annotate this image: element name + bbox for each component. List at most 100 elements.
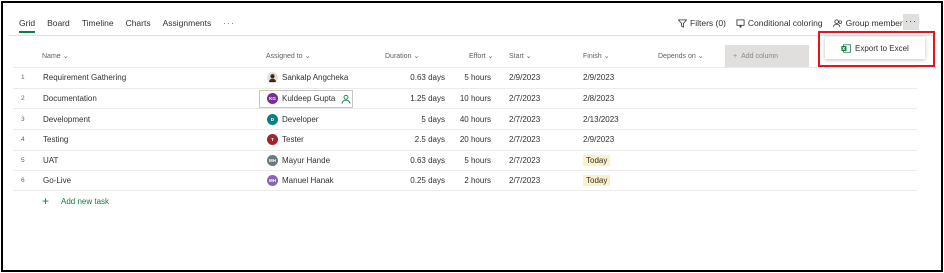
duration-cell[interactable]: 5 days — [421, 109, 445, 129]
grid-header: Name ⌄ Assigned to ⌄ Duration ⌄ Effort ⌄ Sta… — [13, 45, 917, 67]
app-frame: Grid Board Timeline Charts Assignments ·… — [1, 1, 943, 272]
finish-date-cell[interactable]: 2/9/2023 — [583, 130, 614, 150]
finish-date-cell[interactable]: Today — [583, 171, 611, 190]
start-date-cell[interactable]: 2/7/2023 — [509, 130, 540, 150]
row-number: 6 — [21, 177, 25, 185]
add-new-task-button[interactable]: + Add new task — [13, 191, 917, 211]
filters-button[interactable]: Filters (0) — [678, 18, 726, 28]
start-date-cell[interactable]: 2/7/2023 — [509, 171, 540, 190]
plus-icon: + — [733, 52, 738, 60]
table-row[interactable]: 4 Testing T Tester 2.5 days 20 hours 2/7/… — [13, 129, 917, 150]
header-finish[interactable]: Finish ⌄ — [583, 52, 610, 61]
duration-cell[interactable]: 0.25 days — [410, 171, 445, 190]
assignee-name: Tester — [282, 135, 304, 145]
header-effort[interactable]: Effort ⌄ — [469, 52, 494, 61]
tab-board[interactable]: Board — [47, 16, 70, 30]
row-number: 4 — [21, 136, 25, 144]
chevron-down-icon: ⌄ — [603, 53, 610, 60]
avatar: MH — [267, 155, 278, 167]
table-row[interactable]: 2 Documentation KG Kuldeep Gupta 1.25 day… — [13, 87, 917, 109]
table-row[interactable]: 6 Go-Live MH Manuel Hanak 0.25 days 2 hou… — [13, 170, 917, 192]
header-start[interactable]: Start ⌄ — [509, 52, 532, 61]
effort-cell[interactable]: 10 hours — [460, 89, 491, 109]
task-name[interactable]: Documentation — [43, 89, 97, 109]
table-row[interactable]: 3 Development D Developer 5 days 40 hours… — [13, 108, 917, 129]
conditional-coloring-button[interactable]: Conditional coloring — [736, 18, 823, 28]
finish-date-value: 2/9/2023 — [583, 135, 615, 145]
effort-cell[interactable]: 5 hours — [464, 151, 491, 171]
table-row[interactable]: 5 UAT MH Mayur Hande 0.63 days 5 hours 2/… — [13, 149, 917, 171]
header-duration[interactable]: Duration ⌄ — [385, 52, 420, 61]
plus-icon: + — [42, 194, 50, 209]
chevron-down-icon: ⌄ — [413, 53, 420, 60]
assignee-name: Sankalp Angcheka — [282, 73, 349, 83]
paint-icon — [736, 18, 745, 28]
task-name[interactable]: Go-Live — [43, 171, 71, 190]
finish-date-cell[interactable]: 2/9/2023 — [583, 68, 614, 88]
add-new-task-label: Add new task — [61, 196, 110, 206]
chevron-down-icon: ⌄ — [525, 53, 532, 60]
start-date-cell[interactable]: 2/7/2023 — [509, 109, 540, 129]
group-members-label: Group members — [845, 18, 907, 28]
header-assigned[interactable]: Assigned to ⌄ — [266, 52, 311, 61]
duration-cell[interactable]: 0.63 days — [410, 151, 445, 171]
avatar: MH — [267, 175, 278, 187]
row-number: 3 — [21, 115, 25, 123]
tabs-more-button[interactable]: ··· — [223, 18, 235, 28]
assigned-to-cell[interactable]: MH Manuel Hanak — [267, 171, 334, 190]
row-number: 1 — [21, 74, 25, 82]
toolbar-more-button[interactable]: ··· — [903, 14, 919, 30]
effort-cell[interactable]: 2 hours — [464, 171, 491, 190]
assignee-name: Developer — [282, 114, 319, 124]
nav-divider — [9, 35, 935, 36]
assignee-name: Manuel Hanak — [282, 176, 334, 186]
tab-assignments[interactable]: Assignments — [163, 16, 212, 30]
assigned-to-cell[interactable]: KG Kuldeep Gupta — [259, 89, 353, 108]
task-name[interactable]: UAT — [43, 151, 58, 171]
task-name[interactable]: Requirement Gathering — [43, 68, 126, 88]
group-members-button[interactable]: Group members — [832, 18, 907, 28]
effort-cell[interactable]: 5 hours — [464, 68, 491, 88]
excel-icon — [841, 43, 851, 53]
duration-cell[interactable]: 2.5 days — [415, 130, 445, 150]
grid-toolbar: Filters (0) Conditional coloring Group m… — [678, 15, 907, 31]
assignee-name: Kuldeep Gupta — [282, 94, 336, 104]
finish-date-cell[interactable]: 2/13/2023 — [583, 109, 619, 129]
tab-timeline[interactable]: Timeline — [82, 16, 114, 30]
finish-date-cell[interactable]: Today — [583, 151, 611, 171]
avatar: T — [267, 134, 278, 146]
start-date-cell[interactable]: 2/9/2023 — [509, 68, 540, 88]
assigned-to-cell[interactable]: T Tester — [267, 130, 304, 150]
chevron-down-icon: ⌄ — [487, 53, 494, 60]
finish-date-cell[interactable]: 2/8/2023 — [583, 89, 614, 109]
duration-cell[interactable]: 0.63 days — [410, 68, 445, 88]
tab-grid[interactable]: Grid — [19, 16, 36, 33]
export-to-excel-label: Export to Excel — [855, 43, 909, 53]
task-name[interactable]: Testing — [43, 130, 68, 150]
add-column-button[interactable]: + Add column — [725, 45, 809, 67]
start-date-cell[interactable]: 2/7/2023 — [509, 89, 540, 109]
effort-cell[interactable]: 20 hours — [460, 130, 491, 150]
conditional-coloring-label: Conditional coloring — [747, 18, 823, 28]
tab-charts[interactable]: Charts — [126, 16, 151, 30]
finish-date-value: 2/9/2023 — [583, 73, 615, 83]
people-icon — [832, 18, 842, 27]
row-number: 2 — [21, 95, 25, 103]
filters-label: Filters (0) — [690, 18, 726, 28]
assign-person-icon[interactable] — [341, 94, 351, 104]
assigned-to-cell[interactable]: Sankalp Angcheka — [267, 68, 348, 88]
start-date-cell[interactable]: 2/7/2023 — [509, 151, 540, 171]
assigned-to-cell[interactable]: D Developer — [267, 109, 318, 129]
header-name[interactable]: Name ⌄ — [42, 52, 69, 61]
duration-cell[interactable]: 1.25 days — [410, 89, 445, 109]
task-name[interactable]: Development — [43, 109, 90, 129]
header-depends[interactable]: Depends on ⌄ — [658, 52, 704, 61]
today-badge: Today — [583, 155, 611, 167]
chevron-down-icon: ⌄ — [304, 53, 311, 60]
effort-cell[interactable]: 40 hours — [460, 109, 491, 129]
chevron-down-icon: ⌄ — [62, 53, 69, 60]
task-rows: 1 Requirement Gathering Sankalp Angcheka… — [13, 67, 917, 192]
export-to-excel-menu-item[interactable]: Export to Excel — [825, 37, 925, 59]
table-row[interactable]: 1 Requirement Gathering Sankalp Angcheka… — [13, 67, 917, 88]
assigned-to-cell[interactable]: MH Mayur Hande — [267, 151, 330, 171]
